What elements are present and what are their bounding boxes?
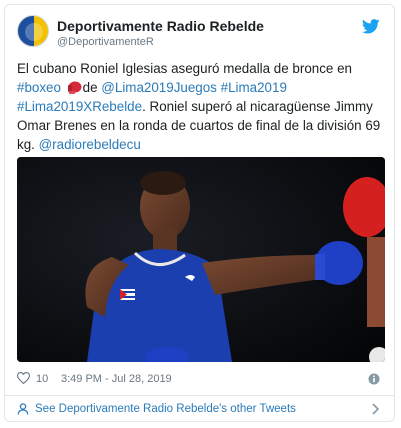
account-display-name[interactable]: Deportivamente Radio Rebelde (57, 18, 264, 34)
chevron-right-icon[interactable] (371, 403, 380, 415)
heart-icon[interactable] (17, 372, 30, 384)
tweet-text: El cubano Roniel Iglesias aseguró medall… (17, 59, 385, 154)
tweet-header: Deportivamente Radio Rebelde @Deportivam… (17, 15, 382, 51)
embedded-tweet-card: Deportivamente Radio Rebelde @Deportivam… (4, 4, 395, 422)
account-handle[interactable]: @DeportivamenteR (57, 36, 154, 48)
tweet-photo[interactable] (17, 157, 385, 362)
hashtag-link[interactable]: #Lima2019 (221, 80, 287, 95)
boxing-glove-icon (67, 81, 82, 94)
divider (5, 395, 394, 396)
person-icon (17, 403, 29, 415)
twitter-bird-icon[interactable] (362, 19, 380, 34)
mention-link[interactable]: @Lima2019Juegos (101, 80, 217, 95)
see-other-tweets-label[interactable]: See Deportivamente Radio Rebelde's other… (35, 403, 296, 415)
hashtag-link[interactable]: #Lima2019XRebelde (17, 99, 142, 114)
tweet-timestamp[interactable]: 3:49 PM - Jul 28, 2019 (61, 373, 172, 385)
tweet-text-segment (61, 80, 65, 95)
tweet-meta-row: 10 3:49 PM - Jul 28, 2019 (17, 371, 382, 389)
info-icon[interactable] (368, 373, 380, 385)
tweet-text-segment: de (82, 80, 102, 95)
avatar[interactable] (17, 15, 49, 47)
tweet-text-segment: El cubano Roniel Iglesias aseguró medall… (17, 61, 352, 76)
see-other-tweets-link[interactable]: See Deportivamente Radio Rebelde's other… (17, 399, 382, 421)
like-count[interactable]: 10 (36, 373, 48, 385)
mention-link[interactable]: @radiorebeldecu (39, 137, 141, 152)
hashtag-link[interactable]: #boxeo (17, 80, 61, 95)
